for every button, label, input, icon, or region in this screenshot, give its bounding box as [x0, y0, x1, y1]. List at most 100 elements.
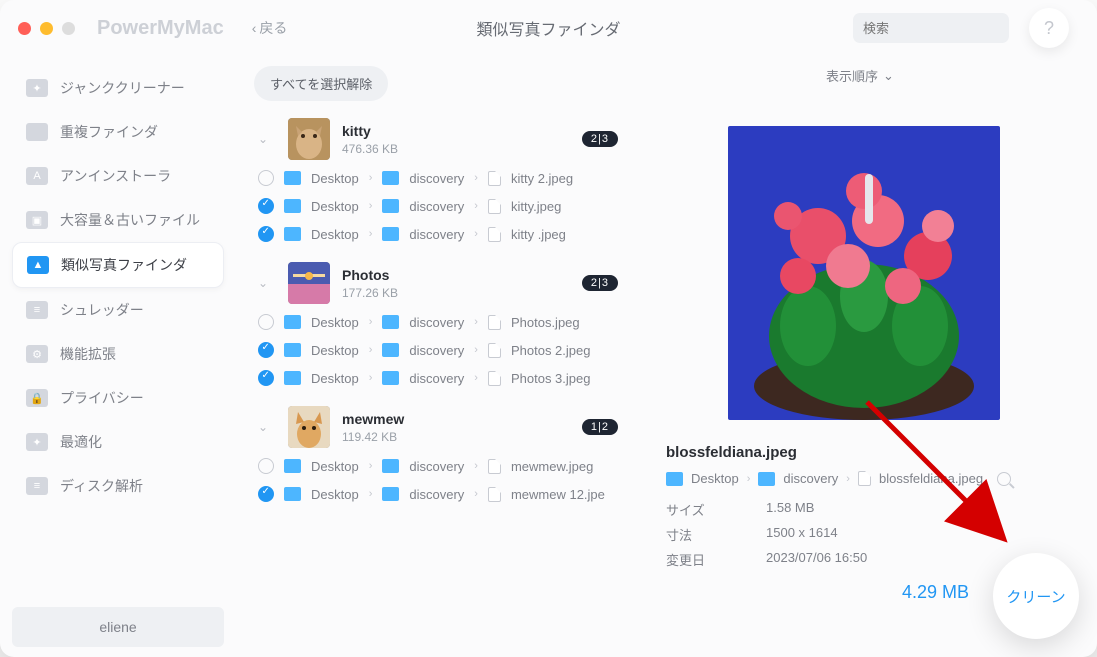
group-header[interactable]: ⌄ Photos 177.26 KB 2|3: [240, 256, 636, 308]
search-icon[interactable]: [997, 472, 1011, 486]
photo-group: ⌄ kitty 476.36 KB 2|3 Desktop›discovery›…: [240, 112, 636, 248]
detail-path: Desktop› discovery› blossfeldiana.jpeg: [666, 471, 1061, 486]
sidebar-item-optimize[interactable]: ✦最適化: [12, 420, 224, 464]
toolbar: すべてを選択解除: [236, 56, 1097, 111]
search-input[interactable]: [863, 21, 1039, 36]
sidebar-item-extensions[interactable]: ⚙機能拡張: [12, 332, 224, 376]
checkbox[interactable]: [258, 170, 274, 186]
folder-icon: [284, 199, 301, 213]
checkbox[interactable]: [258, 314, 274, 330]
count-badge: 2|3: [582, 131, 618, 147]
file-row[interactable]: Desktop›discovery›kitty 2.jpeg: [240, 164, 636, 192]
group-header[interactable]: ⌄ mewmew 119.42 KB 1|2: [240, 400, 636, 452]
sidebar-item-similar-photos[interactable]: ▲類似写真ファインダ: [12, 242, 224, 288]
clean-button[interactable]: クリーン: [993, 553, 1079, 639]
folder-icon: [666, 472, 683, 486]
chevron-down-icon[interactable]: ⌄: [258, 132, 276, 146]
file-row[interactable]: Desktop›discovery›mewmew.jpeg: [240, 452, 636, 480]
sidebar-item-duplicate-finder[interactable]: 重複ファインダ: [12, 110, 224, 154]
app-window: PowerMyMac ‹ 戻る 類似写真ファインダ ? ✦ジャンククリーナー 重…: [0, 0, 1097, 657]
page-title: 類似写真ファインダ: [476, 16, 620, 40]
file-icon: [488, 227, 501, 242]
box-icon: ▣: [26, 211, 48, 229]
image-icon: ▲: [27, 256, 49, 274]
file-icon: [488, 343, 501, 358]
thumbnail: [288, 262, 330, 304]
window-controls: [18, 22, 75, 35]
deselect-all-button[interactable]: すべてを選択解除: [254, 66, 388, 101]
puzzle-icon: ⚙: [26, 345, 48, 363]
sidebar-item-large-old-files[interactable]: ▣大容量＆古いファイル: [12, 198, 224, 242]
lock-icon: 🔒: [26, 389, 48, 407]
file-row[interactable]: Desktop›discovery›mewmew 12.jpe: [240, 480, 636, 508]
file-icon: [488, 171, 501, 186]
sort-dropdown[interactable]: 表示順序 ⌄: [826, 66, 894, 85]
folder-icon: [382, 459, 399, 473]
file-icon: [488, 487, 501, 502]
chevron-down-icon[interactable]: ⌄: [258, 276, 276, 290]
checkbox[interactable]: [258, 458, 274, 474]
folder-icon: [284, 459, 301, 473]
maximize-icon[interactable]: [62, 22, 75, 35]
thumbnail: [288, 406, 330, 448]
help-button[interactable]: ?: [1029, 8, 1069, 48]
app-icon: A: [26, 167, 48, 185]
chevron-down-icon[interactable]: ⌄: [258, 420, 276, 434]
scrollbar[interactable]: [865, 174, 873, 224]
file-icon: [488, 199, 501, 214]
folder-icon: [382, 199, 399, 213]
file-icon: [488, 315, 501, 330]
chevron-left-icon: ‹: [252, 20, 257, 36]
checkbox[interactable]: [258, 342, 274, 358]
file-icon: [488, 371, 501, 386]
folder-icon: [382, 315, 399, 329]
folder-icon: [758, 472, 775, 486]
titlebar: PowerMyMac ‹ 戻る 類似写真ファインダ ?: [0, 0, 1097, 56]
meta-row: サイズ1.58 MB: [666, 500, 1061, 519]
sidebar-item-junk-cleaner[interactable]: ✦ジャンククリーナー: [12, 66, 224, 110]
meta-row: 変更日2023/07/06 16:50: [666, 550, 1061, 569]
meta-row: 寸法1500 x 1614: [666, 525, 1061, 544]
back-button[interactable]: ‹ 戻る: [252, 18, 288, 38]
shredder-icon: ≡: [26, 301, 48, 319]
group-header[interactable]: ⌄ kitty 476.36 KB 2|3: [240, 112, 636, 164]
disk-icon: ≡: [26, 477, 48, 495]
app-name: PowerMyMac: [97, 17, 224, 40]
user-badge[interactable]: eliene: [12, 607, 224, 647]
rocket-icon: ✦: [26, 433, 48, 451]
checkbox[interactable]: [258, 226, 274, 242]
file-row[interactable]: Desktop›discovery›kitty.jpeg: [240, 192, 636, 220]
folder-icon: [284, 487, 301, 501]
sidebar-item-uninstaller[interactable]: Aアンインストーラ: [12, 154, 224, 198]
folder-icon: [382, 171, 399, 185]
preview-image: [728, 126, 1000, 420]
photo-group: ⌄ Photos 177.26 KB 2|3 Desktop›discovery…: [240, 256, 636, 392]
file-row[interactable]: Desktop›discovery›Photos.jpeg: [240, 308, 636, 336]
sidebar-item-shredder[interactable]: ≡シュレッダー: [12, 288, 224, 332]
detail-filename: blossfeldiana.jpeg: [666, 444, 1061, 461]
gear-icon: ✦: [26, 79, 48, 97]
checkbox[interactable]: [258, 486, 274, 502]
folder-icon: [284, 315, 301, 329]
folder-icon: [382, 343, 399, 357]
sidebar-item-privacy[interactable]: 🔒プライバシー: [12, 376, 224, 420]
file-row[interactable]: Desktop›discovery›kitty .jpeg: [240, 220, 636, 248]
minimize-icon[interactable]: [40, 22, 53, 35]
sidebar-item-disk-analysis[interactable]: ≡ディスク解析: [12, 464, 224, 508]
close-icon[interactable]: [18, 22, 31, 35]
folder-icon: [382, 487, 399, 501]
folder-icon: [284, 171, 301, 185]
chevron-down-icon: ⌄: [883, 68, 894, 84]
search-field[interactable]: [853, 13, 1009, 43]
back-label: 戻る: [259, 18, 287, 38]
file-row[interactable]: Desktop›discovery›Photos 3.jpeg: [240, 364, 636, 392]
checkbox[interactable]: [258, 370, 274, 386]
count-badge: 1|2: [582, 419, 618, 435]
folder-icon: [382, 371, 399, 385]
folder-icon: [284, 343, 301, 357]
total-size: 4.29 MB: [902, 582, 969, 603]
file-row[interactable]: Desktop›discovery›Photos 2.jpeg: [240, 336, 636, 364]
checkbox[interactable]: [258, 198, 274, 214]
folder-icon: [284, 227, 301, 241]
folder-icon: [26, 123, 48, 141]
